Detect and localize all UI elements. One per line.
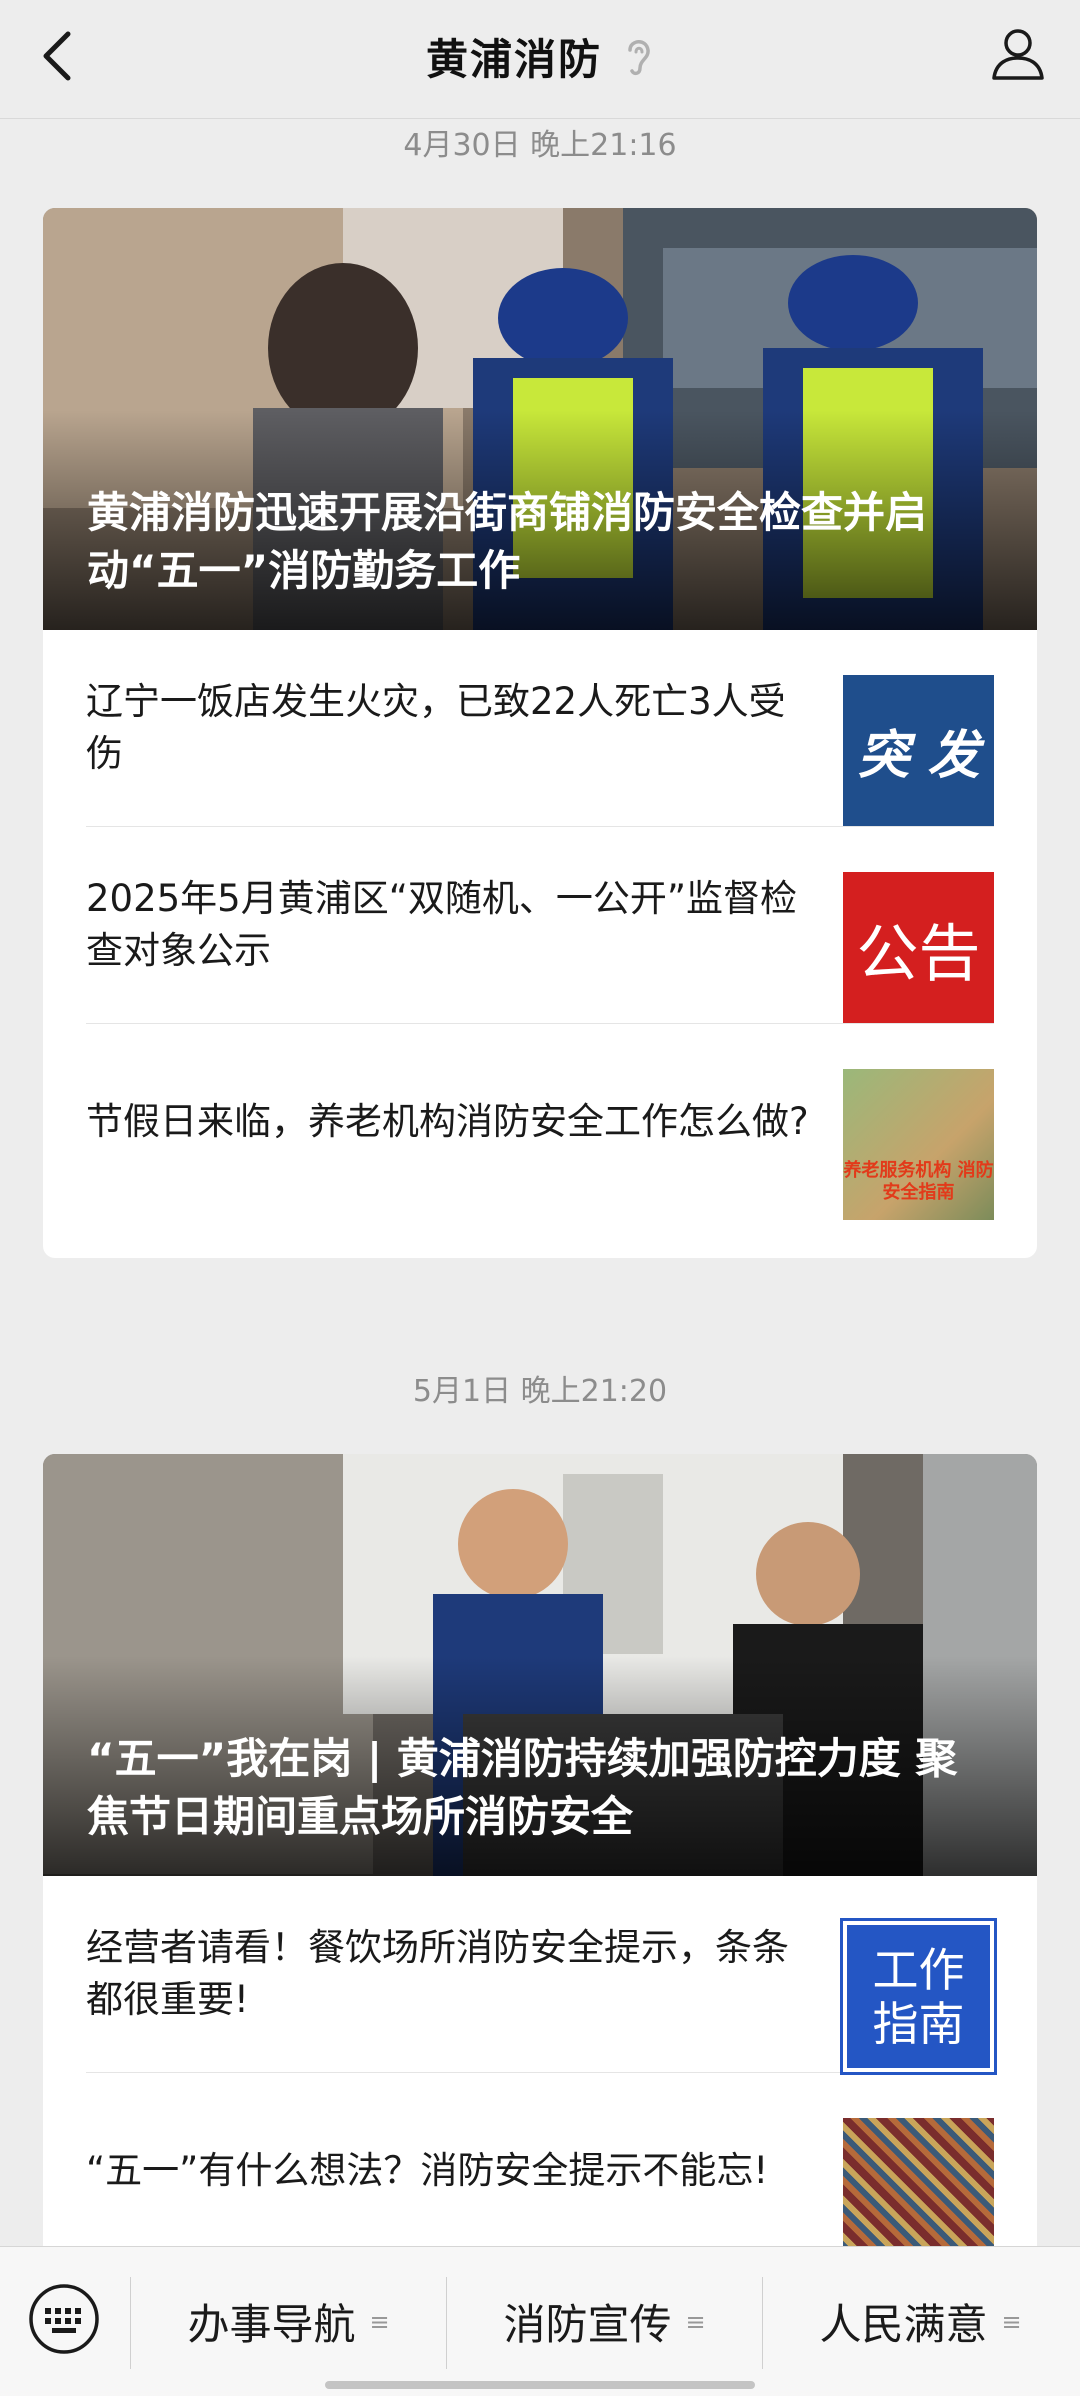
hero-article-title: 黄浦消防迅速开展沿街商铺消防安全检查并启动“五一”消防勤务工作 [87,488,928,595]
menu-button-office-guide[interactable]: 办事导航 ≡ [131,2247,446,2396]
hero-article[interactable]: 黄浦消防迅速开展沿街商铺消防安全检查并启动“五一”消防勤务工作 [43,208,1037,630]
menu-button-fire-publicity[interactable]: 消防宣传 ≡ [447,2247,762,2396]
article-title: “五一”有什么想法？消防安全提示不能忘! [86,2149,769,2192]
message-timestamp: 4月30日 晚上21:16 [403,128,677,163]
article-title: 经营者请看！餐饮场所消防安全提示，条条都很重要! [86,1926,789,2021]
article-card: 黄浦消防迅速开展沿街商铺消防安全检查并启动“五一”消防勤务工作 辽宁一饭店发生火… [43,208,1037,1258]
bottom-menu-bar: 办事导航 ≡ 消防宣传 ≡ 人民满意 ≡ [0,2246,1080,2396]
article-title: 节假日来临，养老机构消防安全工作怎么做? [86,1100,809,1143]
ear-icon[interactable] [622,34,654,78]
article-title: 2025年5月黄浦区“双随机、一公开”监督检查对象公示 [86,877,798,972]
keyboard-icon[interactable] [28,2283,100,2355]
article-thumbnail: 公告 [843,872,994,1023]
hero-article[interactable]: “五一”我在岗 | 黄浦消防持续加强防控力度 聚焦节日期间重点场所消防安全 [43,1454,1037,1876]
message-timestamp: 5月1日 晚上21:20 [412,1374,668,1409]
article-card: “五一”我在岗 | 黄浦消防持续加强防控力度 聚焦节日期间重点场所消防安全 经营… [43,1454,1037,2284]
article-list-item[interactable]: “五一”有什么想法？消防安全提示不能忘! [86,2073,994,2269]
home-indicator[interactable] [325,2381,755,2389]
article-thumbnail: 养老服务机构 消防安全指南 [843,1069,994,1220]
article-thumbnail: 突 发 [843,675,994,826]
top-nav-bar: 黄浦消防 [0,0,1080,119]
menu-button-public-satisfaction[interactable]: 人民满意 ≡ [763,2247,1078,2396]
hero-article-title: “五一”我在岗 | 黄浦消防持续加强防控力度 聚焦节日期间重点场所消防安全 [87,1734,958,1841]
article-list-item[interactable]: 2025年5月黄浦区“双随机、一公开”监督检查对象公示 公告 [86,827,994,1024]
article-list-item[interactable]: 节假日来临，养老机构消防安全工作怎么做? 养老服务机构 消防安全指南 [86,1024,994,1220]
article-title: 辽宁一饭店发生火灾，已致22人死亡3人受伤 [86,680,786,775]
profile-icon[interactable] [988,24,1048,84]
article-list-item[interactable]: 经营者请看！餐饮场所消防安全提示，条条都很重要! 工作 指南 [86,1876,994,2073]
article-list-item[interactable]: 辽宁一饭店发生火灾，已致22人死亡3人受伤 突 发 [86,630,994,827]
account-title: 黄浦消防 [425,34,602,84]
article-thumbnail: 工作 指南 [843,1921,994,2072]
